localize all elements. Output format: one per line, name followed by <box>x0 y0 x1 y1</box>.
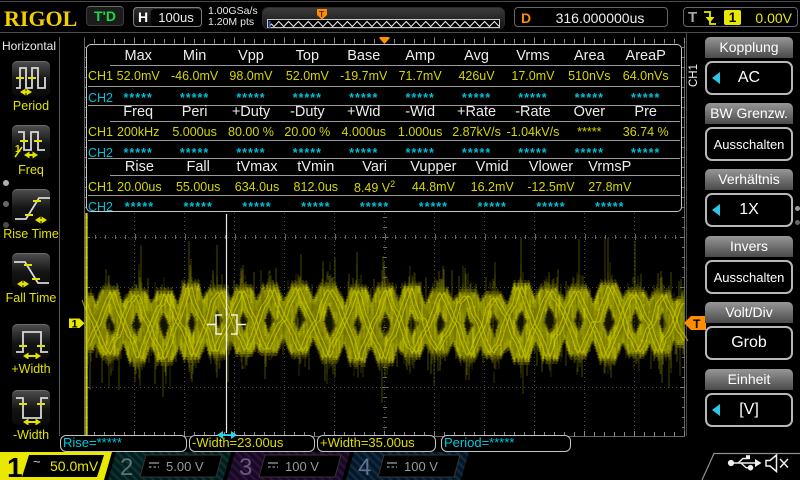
svg-text:~: ~ <box>33 454 41 469</box>
svg-text:3: 3 <box>239 454 252 480</box>
svg-text:2: 2 <box>120 454 133 480</box>
svg-text:1: 1 <box>72 319 78 331</box>
svg-text:T: T <box>693 317 701 331</box>
svg-text:1: 1 <box>7 452 23 480</box>
svg-text:50.0mV: 50.0mV <box>50 458 99 474</box>
svg-text:5.00 V: 5.00 V <box>166 459 204 474</box>
svg-text:100 V: 100 V <box>285 459 319 474</box>
svg-text:4: 4 <box>358 454 371 480</box>
svg-text:T: T <box>319 9 325 19</box>
svg-text:100 V: 100 V <box>404 459 438 474</box>
